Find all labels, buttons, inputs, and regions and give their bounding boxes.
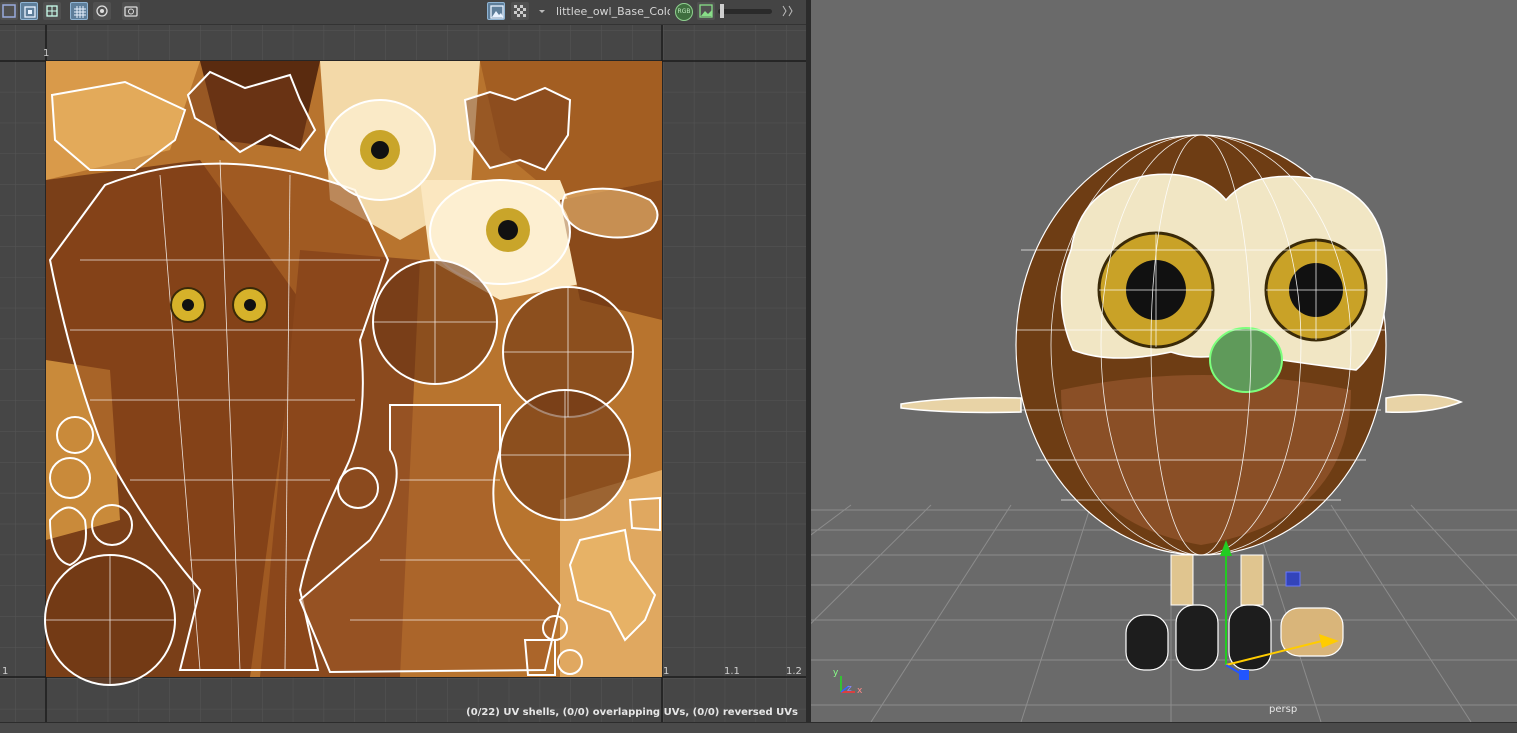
viewport-panel[interactable]: y x z persp	[811, 0, 1517, 722]
frame-icon[interactable]	[0, 2, 18, 20]
owl-leg-right[interactable]	[1240, 554, 1264, 606]
checker-toggle-icon[interactable]	[511, 2, 529, 20]
texture-name-field[interactable]: littlee_owl_Base_Colo	[556, 5, 670, 18]
image-icon[interactable]	[487, 2, 505, 20]
uv-toolbar: littlee_owl_Base_Colo RGB	[0, 0, 806, 25]
rgb-channel-icon[interactable]: RGB	[675, 3, 693, 21]
exposure-slider[interactable]	[718, 9, 772, 14]
camera-icon[interactable]	[122, 2, 140, 20]
manip-z-handle[interactable]	[1239, 670, 1249, 680]
u-axis-one-label: 1	[663, 666, 670, 677]
owl-beak-selected[interactable]	[1209, 327, 1283, 393]
owl-leg-left[interactable]	[1170, 554, 1194, 606]
u-axis-one-one-label: 1.1	[724, 666, 740, 677]
uv-editor-panel: littlee_owl_Base_Colo RGB 1 1 1.1 1.2 1 …	[0, 0, 806, 722]
manip-plane-handle[interactable]	[1285, 571, 1301, 587]
dropdown-arrow-icon[interactable]	[533, 2, 551, 20]
gizmo-x-label: x	[857, 686, 863, 696]
v-axis-left-mark: 1	[2, 666, 9, 677]
gizmo-z-label: z	[847, 684, 852, 694]
snap-icon[interactable]	[93, 2, 111, 20]
viewport-canvas[interactable]	[811, 0, 1517, 722]
image-display-icon[interactable]	[697, 2, 715, 20]
bottom-strip	[0, 722, 1517, 733]
checker-icon[interactable]	[43, 2, 61, 20]
uv-canvas[interactable]	[0, 25, 806, 722]
grid-icon[interactable]	[70, 2, 88, 20]
uv-grid-icon[interactable]	[20, 2, 38, 20]
u-axis-one-two-label: 1.2	[786, 666, 802, 677]
gizmo-y-label: y	[833, 668, 839, 678]
gamma-icon[interactable]	[778, 2, 796, 20]
exposure-slider-handle[interactable]	[720, 4, 724, 18]
uv-status-text: (0/22) UV shells, (0/0) overlapping UVs,…	[466, 707, 798, 718]
u-axis-top-label: 1	[43, 48, 50, 59]
camera-label: persp	[1269, 704, 1298, 715]
